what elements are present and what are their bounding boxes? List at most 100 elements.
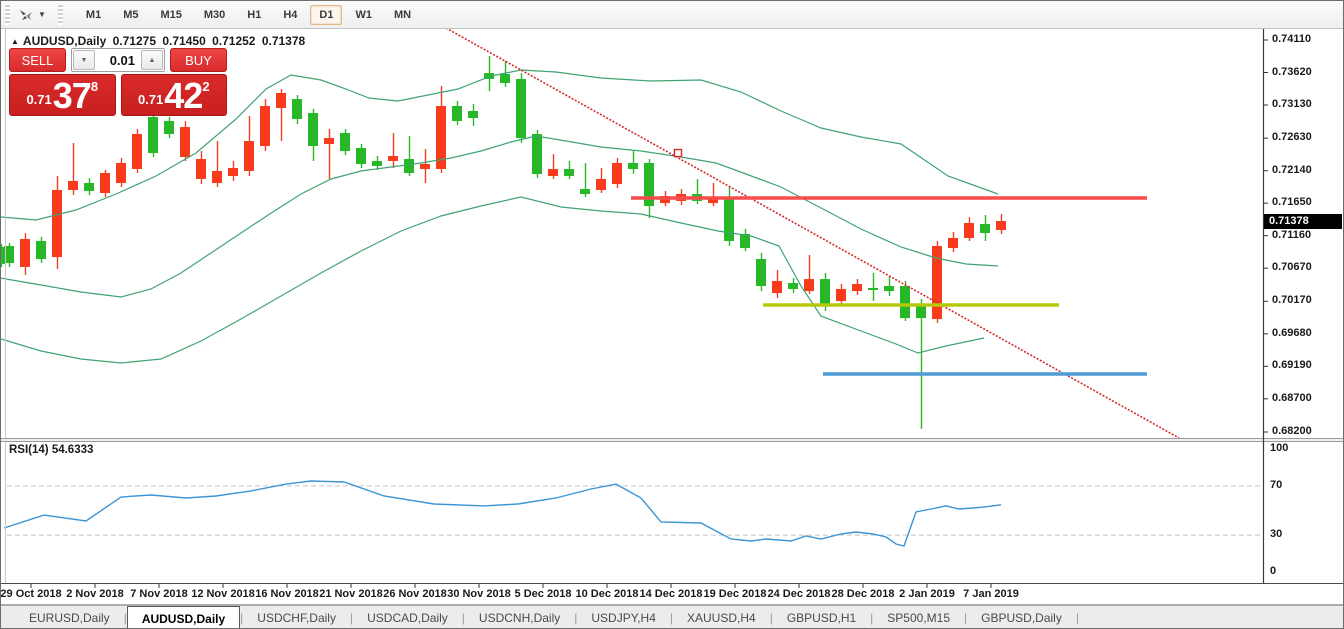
candle-down <box>260 106 270 146</box>
chart-tab-xauusd[interactable]: XAUUSD,H4 <box>673 607 770 629</box>
candle-down <box>52 190 62 257</box>
buy-price-sup: 2 <box>202 79 209 94</box>
candle-up <box>564 169 574 176</box>
date-axis-label: 21 Nov 2018 <box>319 588 383 600</box>
candle-up <box>404 159 414 173</box>
date-axis-label: 29 Oct 2018 <box>0 588 61 600</box>
candle-up <box>884 286 894 291</box>
candle-up <box>468 111 478 118</box>
price-axis-label: 0.70670 <box>1272 261 1312 273</box>
sell-price-prefix: 0.71 <box>26 92 51 107</box>
candle-down <box>804 279 814 291</box>
candle-up <box>340 133 350 151</box>
candle-down <box>612 163 622 184</box>
candle-up <box>372 161 382 166</box>
rsi-line <box>4 481 1001 546</box>
date-axis-label: 12 Nov 2018 <box>191 588 255 600</box>
chart-tab-usdcad[interactable]: USDCAD,Daily <box>353 607 462 629</box>
candle-down <box>68 181 78 190</box>
current-price-tag: 0.71378 <box>1264 214 1342 229</box>
candle-down <box>948 238 958 248</box>
candle-up <box>788 283 798 289</box>
candle-up <box>356 148 366 164</box>
volume-input[interactable] <box>95 53 141 68</box>
candle-down <box>276 93 286 108</box>
candle-down <box>964 223 974 238</box>
chart-tab-gbpusd[interactable]: GBPUSD,H1 <box>773 607 870 629</box>
candle-down <box>180 127 190 157</box>
candle-up <box>628 163 638 169</box>
symbol-name: AUDUSD,Daily <box>23 34 106 48</box>
candle-up <box>148 117 158 153</box>
candle-up <box>292 99 302 119</box>
rsi-axis-label: 70 <box>1270 479 1282 491</box>
candle-up <box>724 198 734 241</box>
chart-tab-eurusd[interactable]: EURUSD,Daily <box>15 607 124 629</box>
terminal-window: ▼ M1M5M15M30H1H4D1W1MN ▲AUDUSD,Daily 0.7… <box>0 0 1344 629</box>
date-axis-label: 26 Nov 2018 <box>383 588 447 600</box>
date-axis-label: 16 Nov 2018 <box>255 588 319 600</box>
trendline-handle[interactable] <box>675 150 682 157</box>
price-axis-label: 0.72140 <box>1272 164 1312 176</box>
candle-down <box>420 164 430 169</box>
buy-price-prefix: 0.71 <box>138 92 163 107</box>
candle-up <box>84 183 94 191</box>
rsi-axis-label: 0 <box>1270 565 1276 577</box>
chart-tab-usdjpy[interactable]: USDJPY,H4 <box>577 607 669 629</box>
price-axis-label: 0.70170 <box>1272 294 1312 306</box>
candle-down <box>20 239 30 267</box>
price-axis-label: 0.73130 <box>1272 98 1312 110</box>
chart-tab-gbpusd[interactable]: GBPUSD,Daily <box>967 607 1076 629</box>
chart-tab-audusd[interactable]: AUDUSD,Daily <box>127 606 240 629</box>
candle-down <box>196 159 206 179</box>
candle-down <box>388 156 398 161</box>
candle-down <box>228 168 238 176</box>
chart-tab-sp500[interactable]: SP500,M15 <box>873 607 964 629</box>
trendline[interactable] <box>446 28 1179 438</box>
sell-price-box[interactable]: 0.71 37 8 <box>9 74 116 116</box>
candle-up <box>756 259 766 286</box>
chart-tabs-bar: EURUSD,Daily|AUDUSD,Daily|USDCHF,Daily|U… <box>1 605 1343 629</box>
ohlc-high: 0.71450 <box>162 34 205 48</box>
price-axis-label: 0.69680 <box>1272 327 1312 339</box>
one-click-trading-panel: SELL ▼ ▲ BUY 0.71 37 8 0.71 42 2 <box>9 48 227 116</box>
date-axis-label: 2 Nov 2018 <box>66 588 123 600</box>
candle-down <box>852 284 862 291</box>
ohlc-close: 0.71378 <box>262 34 305 48</box>
candle-up <box>532 134 542 174</box>
date-axis-label: 28 Dec 2018 <box>832 588 895 600</box>
date-axis-label: 10 Dec 2018 <box>576 588 639 600</box>
candle-down <box>244 141 254 171</box>
rsi-indicator-label: RSI(14) 54.6333 <box>9 444 93 456</box>
price-axis-label: 0.71650 <box>1272 196 1312 208</box>
candle-down <box>132 134 142 169</box>
sell-button[interactable]: SELL <box>9 48 66 72</box>
date-axis-label: 7 Jan 2019 <box>963 588 1019 600</box>
candle-down <box>548 169 558 176</box>
date-axis-label: 19 Dec 2018 <box>704 588 767 600</box>
candle-down <box>596 179 606 190</box>
collapse-triangle-icon[interactable]: ▲ <box>11 37 19 46</box>
candle-up <box>820 279 830 304</box>
price-axis-label: 0.68200 <box>1272 425 1312 437</box>
candle-down <box>772 281 782 293</box>
date-axis-label: 5 Dec 2018 <box>515 588 572 600</box>
chart-tab-usdcnh[interactable]: USDCNH,Daily <box>465 607 574 629</box>
buy-price-box[interactable]: 0.71 42 2 <box>121 74 228 116</box>
candle-down <box>324 138 334 144</box>
price-axis-label: 0.68700 <box>1272 392 1312 404</box>
chart-tab-usdchf[interactable]: USDCHF,Daily <box>243 607 350 629</box>
candle-up <box>516 79 526 138</box>
candle-up <box>868 288 878 290</box>
volume-decrease-button[interactable]: ▼ <box>73 50 95 70</box>
volume-increase-button[interactable]: ▲ <box>141 50 163 70</box>
candle-up <box>500 74 510 83</box>
sell-price-big: 37 <box>53 79 91 112</box>
buy-button[interactable]: BUY <box>170 48 227 72</box>
rsi-layer <box>4 481 1261 546</box>
tab-separator: | <box>1076 607 1079 629</box>
price-axis-label: 0.71160 <box>1272 229 1311 241</box>
bollinger-middle-band <box>1 136 998 297</box>
candle-down <box>100 173 110 193</box>
candle-down <box>836 289 846 301</box>
